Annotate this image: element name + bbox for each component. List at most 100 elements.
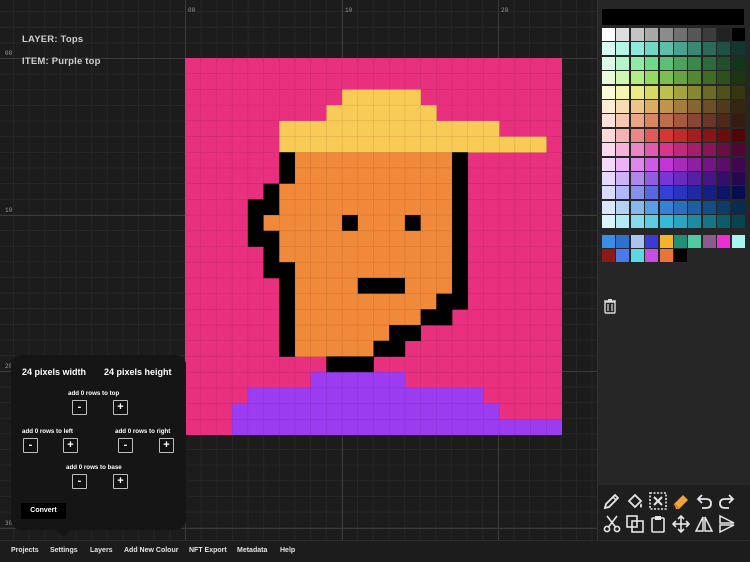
pixel-skin[interactable] [436, 183, 453, 200]
pixel-skin[interactable] [404, 277, 421, 294]
color-swatch[interactable] [674, 186, 687, 200]
color-swatch[interactable] [731, 172, 745, 185]
pixel-hat[interactable] [294, 120, 311, 137]
color-swatch[interactable] [659, 186, 673, 200]
pixel-hat[interactable] [342, 89, 359, 106]
pixel-skin[interactable] [420, 246, 437, 263]
pixel-outline[interactable] [326, 356, 343, 373]
color-swatch[interactable] [731, 56, 745, 70]
pixel-skin[interactable] [389, 262, 406, 279]
eraser-icon[interactable] [671, 491, 691, 511]
color-swatch[interactable] [616, 143, 630, 157]
pixel-shirt[interactable] [294, 419, 311, 435]
color-swatch[interactable] [659, 100, 673, 113]
pixel-hat[interactable] [357, 89, 374, 106]
pixel-shirt[interactable] [263, 387, 280, 404]
color-swatch[interactable] [630, 249, 644, 262]
color-swatch[interactable] [674, 85, 687, 99]
pixel-hat[interactable] [389, 120, 406, 137]
color-swatch[interactable] [645, 28, 659, 41]
color-swatch[interactable] [688, 186, 702, 200]
pixel-hat[interactable] [404, 89, 421, 106]
pixel-hat[interactable] [342, 120, 359, 137]
nav-projects[interactable]: Projects [11, 547, 39, 554]
pixel-hat[interactable] [467, 120, 484, 137]
pixel-shirt[interactable] [436, 403, 453, 420]
color-swatch[interactable] [645, 42, 659, 56]
pixel-shirt[interactable] [389, 372, 406, 389]
pixel-outline[interactable] [263, 230, 280, 247]
color-swatch[interactable] [717, 28, 731, 41]
color-swatch[interactable] [702, 85, 716, 99]
color-swatch[interactable] [717, 100, 731, 113]
color-swatch[interactable] [659, 157, 673, 171]
pixel-shirt[interactable] [310, 403, 327, 420]
color-swatch[interactable] [674, 249, 687, 262]
color-swatch[interactable] [616, 172, 630, 185]
pixel-hat[interactable] [483, 136, 500, 153]
color-swatch[interactable] [659, 172, 673, 185]
pixel-skin[interactable] [326, 215, 343, 232]
pixel-skin[interactable] [373, 215, 390, 232]
color-swatch[interactable] [630, 200, 644, 214]
pixel-skin[interactable] [373, 183, 390, 200]
pixel-outline[interactable] [357, 356, 374, 373]
pixel-skin[interactable] [294, 277, 311, 294]
pixel-skin[interactable] [373, 167, 390, 184]
pixel-skin[interactable] [420, 293, 437, 310]
color-swatch[interactable] [602, 157, 615, 171]
pixel-outline[interactable] [263, 199, 280, 216]
pixel-outline[interactable] [279, 167, 296, 184]
color-swatch[interactable] [688, 100, 702, 113]
pixel-skin[interactable] [420, 167, 437, 184]
color-swatch[interactable] [616, 249, 630, 262]
pixel-skin[interactable] [373, 152, 390, 169]
pixel-hat[interactable] [436, 136, 453, 153]
pixel-hat[interactable] [452, 120, 469, 137]
color-swatch[interactable] [702, 143, 716, 157]
color-swatch[interactable] [717, 215, 731, 229]
pixel-skin[interactable] [357, 230, 374, 247]
pixel-shirt[interactable] [342, 387, 359, 404]
color-swatch[interactable] [616, 42, 630, 56]
color-swatch[interactable] [659, 234, 673, 248]
color-swatch[interactable] [717, 56, 731, 70]
color-swatch[interactable] [645, 157, 659, 171]
undo-icon[interactable] [694, 491, 714, 511]
pixel-shirt[interactable] [310, 372, 327, 389]
pixel-skin[interactable] [294, 262, 311, 279]
pixel-hat[interactable] [404, 136, 421, 153]
color-swatch[interactable] [630, 128, 644, 142]
pixel-skin[interactable] [404, 167, 421, 184]
pixel-shirt[interactable] [326, 403, 343, 420]
pixel-outline[interactable] [436, 309, 453, 326]
pixel-skin[interactable] [436, 199, 453, 216]
color-swatch[interactable] [616, 100, 630, 113]
pixel-skin[interactable] [326, 183, 343, 200]
pixel-skin[interactable] [326, 199, 343, 216]
pixel-skin[interactable] [389, 167, 406, 184]
pixel-shirt[interactable] [404, 387, 421, 404]
left-plus-button[interactable]: + [63, 438, 78, 453]
pixel-skin[interactable] [420, 152, 437, 169]
pixel-shirt[interactable] [279, 403, 296, 420]
color-swatch[interactable] [717, 71, 731, 85]
color-swatch[interactable] [602, 85, 615, 99]
color-swatch[interactable] [630, 157, 644, 171]
pixel-skin[interactable] [310, 325, 327, 342]
pixel-skin[interactable] [326, 309, 343, 326]
pixel-skin[interactable] [357, 199, 374, 216]
pixel-canvas[interactable] [185, 58, 562, 435]
pixel-shirt[interactable] [357, 372, 374, 389]
pixel-skin[interactable] [310, 277, 327, 294]
pixel-skin[interactable] [373, 293, 390, 310]
pixel-outline[interactable] [436, 293, 453, 310]
pixel-outline[interactable] [404, 215, 421, 232]
color-swatch[interactable] [688, 28, 702, 41]
color-swatch[interactable] [674, 71, 687, 85]
pixel-shirt[interactable] [373, 372, 390, 389]
color-swatch[interactable] [616, 234, 630, 248]
paste-icon[interactable] [648, 514, 668, 534]
color-swatch[interactable] [688, 157, 702, 171]
pixel-skin[interactable] [342, 167, 359, 184]
